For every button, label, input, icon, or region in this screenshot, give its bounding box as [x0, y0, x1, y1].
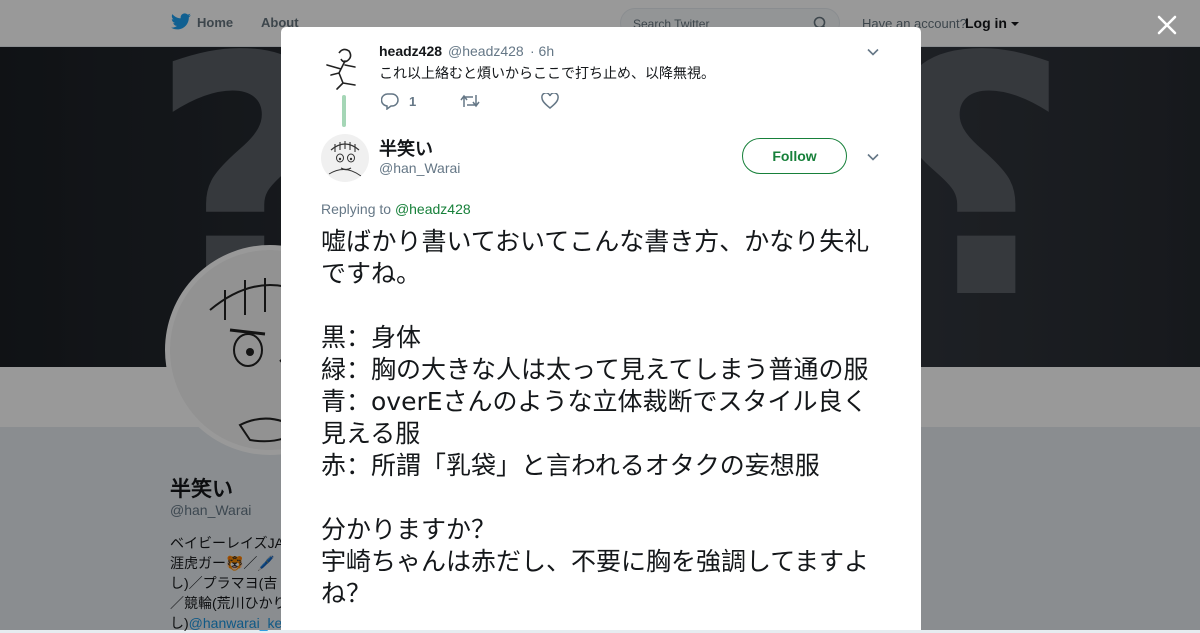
- headz428-avatar[interactable]: [321, 45, 365, 91]
- replying-to: Replying to @headz428: [321, 201, 471, 217]
- previous-tweet-text: これ以上絡むと煩いからここで打ち止め、以降無視。: [379, 65, 715, 81]
- replying-to-handle-link[interactable]: @headz428: [395, 201, 471, 217]
- retweet-action[interactable]: [460, 93, 490, 109]
- tweet-line: 青：overEさんのような立体裁断でスタイル良く見える服: [321, 387, 868, 448]
- tweet-modal: headz428 @headz428 · 6h これ以上絡むと煩いからここで打ち…: [281, 27, 921, 630]
- retweet-icon[interactable]: [460, 93, 480, 109]
- author-name[interactable]: 半笑い: [379, 135, 433, 161]
- tweet-line: 分かりますか？: [321, 515, 497, 544]
- tweet-text: 嘘ばかり書いておいてこんな書き方、かなり失礼ですね。 黒：身体 緑：胸の大きな人…: [321, 226, 886, 610]
- author-handle[interactable]: @han_Warai: [379, 160, 460, 176]
- tweet-line: 赤：所謂「乳袋」と言われるオタクの妄想服: [321, 451, 820, 480]
- reply-icon[interactable]: [381, 93, 399, 110]
- follow-button[interactable]: Follow: [742, 138, 847, 174]
- close-icon[interactable]: [1155, 13, 1179, 37]
- tweet-line: 緑：胸の大きな人は太って見えてしまう普通の服: [321, 355, 869, 384]
- author-avatar[interactable]: [321, 134, 369, 182]
- tweet-line: 宇崎ちゃんは赤だし、不要に胸を強調してますよね？: [321, 547, 870, 608]
- reply-action[interactable]: 1: [381, 93, 416, 110]
- tweet-line: 黒：身体: [321, 323, 422, 352]
- like-icon[interactable]: [541, 93, 559, 109]
- previous-tweet-author-name[interactable]: headz428: [379, 43, 442, 59]
- previous-tweet-timestamp[interactable]: · 6h: [530, 43, 554, 59]
- like-action[interactable]: [541, 93, 569, 109]
- reply-count: 1: [409, 94, 417, 109]
- chevron-down-icon[interactable]: [866, 45, 880, 59]
- replying-to-label: Replying to: [321, 201, 392, 217]
- thread-connector-line: [342, 95, 346, 127]
- author-avatar-drawing: [328, 141, 362, 177]
- tweet-line: 嘘ばかり書いておいてこんな書き方、かなり失礼ですね。: [321, 227, 870, 288]
- previous-tweet-author-handle[interactable]: @headz428: [448, 43, 524, 59]
- chevron-down-icon[interactable]: [866, 150, 880, 164]
